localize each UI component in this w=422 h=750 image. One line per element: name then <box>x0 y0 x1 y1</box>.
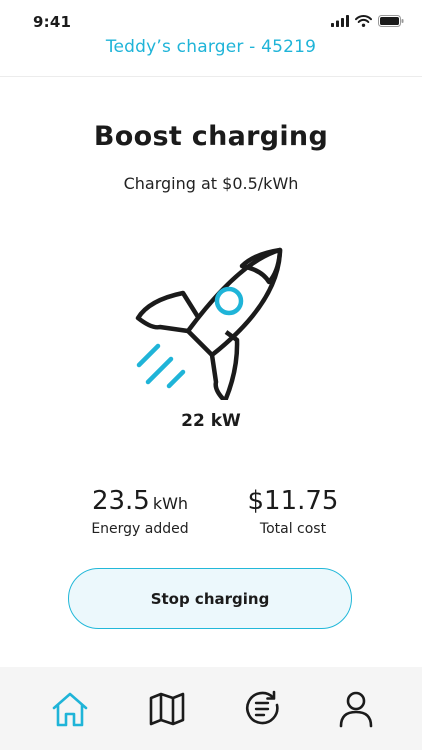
home-icon <box>52 692 88 727</box>
map-icon <box>149 692 185 726</box>
nav-item-map[interactable] <box>145 687 189 731</box>
energy-value-row: 23.5 kWh <box>60 486 220 516</box>
energy-unit: kWh <box>152 494 189 513</box>
energy-added-stat: 23.5 kWh Energy added <box>60 486 220 537</box>
rocket-icon <box>135 247 283 400</box>
cost-label: Total cost <box>259 521 327 537</box>
nav-item-profile[interactable] <box>334 687 378 731</box>
charging-mode-title: Boost charging <box>93 121 329 152</box>
stop-charging-button[interactable]: Stop charging <box>68 568 352 629</box>
energy-label: Energy added <box>91 521 189 537</box>
status-time: 9:41 <box>33 13 72 31</box>
bottom-nav <box>0 667 422 750</box>
battery-icon <box>378 15 404 27</box>
header-divider <box>0 76 422 77</box>
status-bar: 9:41 <box>0 0 422 40</box>
charging-rate: Charging at $0.5/kWh <box>123 174 299 193</box>
cost-value: $11.75 <box>247 486 339 516</box>
profile-icon <box>339 691 373 728</box>
wifi-icon <box>355 15 372 27</box>
cellular-signal-icon <box>331 15 349 27</box>
charger-title: Teddy’s charger - 45219 <box>105 37 317 57</box>
energy-value: 23.5 <box>91 486 150 516</box>
nav-item-history[interactable] <box>241 687 285 731</box>
status-icons <box>331 15 404 27</box>
nav-item-home[interactable] <box>48 687 92 731</box>
total-cost-stat: $11.75 Total cost <box>213 486 373 537</box>
history-icon <box>246 690 279 725</box>
charging-power: 22 kW <box>181 411 241 431</box>
